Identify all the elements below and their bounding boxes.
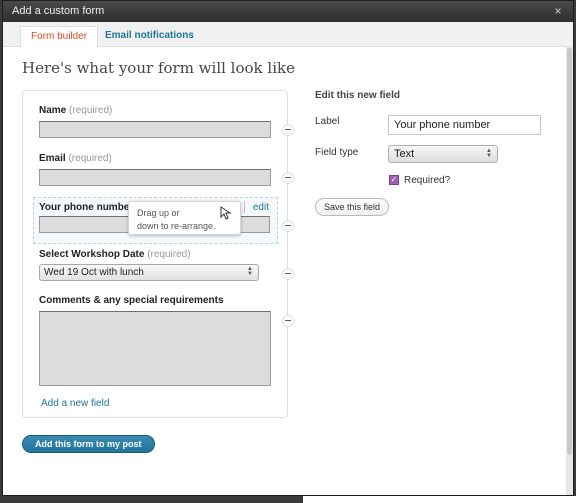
- required-checkbox[interactable]: ✓: [389, 175, 399, 185]
- edit-field-link[interactable]: edit: [253, 202, 269, 213]
- field-label-text: Comments & any special requirements: [39, 295, 224, 306]
- page-title: Here's what your form will look like: [22, 59, 295, 77]
- label-caption: Label: [315, 116, 340, 127]
- field-label-text: Select Workshop Date: [39, 249, 145, 260]
- required-note: (required): [68, 153, 112, 164]
- required-note: (required): [147, 249, 191, 260]
- required-caption: Required?: [404, 175, 451, 186]
- divider: [244, 201, 245, 213]
- custom-form-dialog: Add a custom form × Form builder Email n…: [2, 0, 574, 496]
- tab-email-notifications[interactable]: Email notifications: [95, 26, 204, 46]
- workshop-date-select[interactable]: Wed 19 Oct with lunch ▲ ▼: [39, 264, 259, 281]
- field-handle-icon[interactable]: [282, 220, 294, 232]
- edit-panel-title: Edit this new field: [315, 90, 401, 101]
- tab-form-builder[interactable]: Form builder: [20, 26, 99, 48]
- tooltip-line: Drag up or: [137, 208, 180, 218]
- field-type-select[interactable]: Text ▲ ▼: [388, 145, 498, 163]
- selected-option: Wed 19 Oct with lunch: [44, 267, 144, 278]
- field-comments-label: Comments & any special requirements: [39, 295, 271, 306]
- field-name-label: Name (required): [39, 105, 271, 116]
- add-new-field-link[interactable]: Add a new field: [41, 398, 109, 409]
- field-name[interactable]: Name (required): [39, 105, 271, 138]
- field-email-label: Email (required): [39, 153, 271, 164]
- form-preview: Name (required) Email (required) Your ph…: [22, 90, 294, 418]
- required-note: (required): [69, 105, 113, 116]
- tooltip-line: down to re-arrange.: [137, 221, 216, 231]
- field-handle-icon[interactable]: [282, 315, 294, 327]
- field-workshop-date[interactable]: Select Workshop Date (required) Wed 19 O…: [39, 249, 271, 281]
- field-handle-icon[interactable]: [282, 268, 294, 280]
- background-page-strip: [303, 496, 576, 503]
- field-label-text: Your phone number: [39, 202, 134, 213]
- dialog-titlebar: Add a custom form ×: [3, 1, 573, 22]
- email-input-preview: [39, 169, 271, 186]
- field-handle-icon[interactable]: [282, 124, 294, 136]
- scrollbar[interactable]: [566, 46, 573, 495]
- scrollbar-thumb[interactable]: [567, 48, 572, 455]
- select-arrows-icon: ▲ ▼: [247, 266, 253, 277]
- close-icon[interactable]: ×: [551, 4, 565, 18]
- tab-bar: Form builder Email notifications: [3, 22, 573, 48]
- field-date-label: Select Workshop Date (required): [39, 249, 271, 260]
- name-input-preview: [39, 121, 271, 138]
- field-type-caption: Field type: [315, 147, 359, 158]
- field-label-text: Name: [39, 105, 67, 116]
- field-label-text: Email: [39, 153, 66, 164]
- add-form-button[interactable]: Add this form to my post: [22, 435, 155, 453]
- field-label-input[interactable]: Your phone number: [388, 115, 541, 135]
- field-email[interactable]: Email (required): [39, 153, 271, 186]
- comments-textarea-preview: [39, 311, 271, 386]
- dialog-title: Add a custom form: [12, 5, 105, 17]
- move-cursor-icon: [220, 206, 232, 220]
- save-field-button[interactable]: Save this field: [315, 198, 390, 216]
- field-comments[interactable]: Comments & any special requirements: [39, 295, 271, 386]
- selected-option: Text: [394, 148, 415, 160]
- field-phone-label: Your phone number: [39, 202, 133, 213]
- field-handle-icon[interactable]: [282, 172, 294, 184]
- select-arrows-icon: ▲ ▼: [486, 148, 492, 159]
